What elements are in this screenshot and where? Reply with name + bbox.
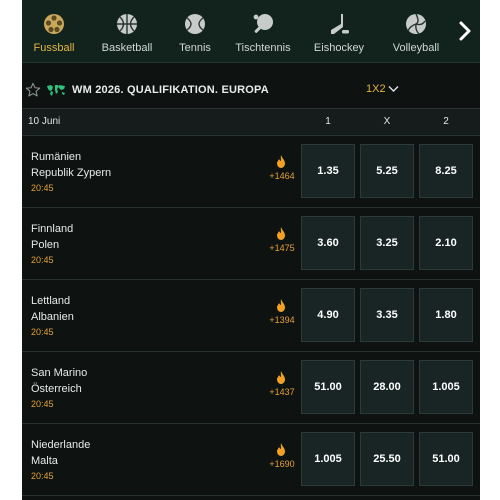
volleyball-icon	[406, 13, 426, 35]
football-icon	[44, 14, 64, 34]
odds-button-1[interactable]: 1.005	[301, 432, 355, 486]
column-header-x: X	[383, 116, 391, 127]
sport-label: Fussball	[33, 42, 75, 54]
market-selector[interactable]: 1X2	[366, 83, 386, 95]
market-count[interactable]: +1394	[268, 315, 296, 325]
away-team: Republik Zypern	[31, 167, 112, 179]
market-count[interactable]: +1464	[268, 171, 296, 181]
match-date: 10 Juni	[28, 116, 61, 127]
odds-button-2[interactable]: 1.80	[419, 288, 473, 342]
match-time: 20:45	[31, 327, 54, 337]
home-team: San Marino	[31, 367, 88, 379]
sport-tab-basketball[interactable]: Basketball	[92, 0, 162, 62]
world-map-icon	[47, 85, 65, 96]
sport-label: Eishockey	[313, 42, 365, 54]
odds-button-2[interactable]: 1.005	[419, 360, 473, 414]
odds-button-1[interactable]: 3.60	[301, 216, 355, 270]
table-tennis-icon	[253, 14, 273, 33]
ice-hockey-icon	[331, 14, 349, 34]
competition-title: WM 2026. QUALIFIKATION. EUROPA	[72, 84, 269, 96]
odds-button-x[interactable]: 3.35	[360, 288, 414, 342]
basketball-icon	[117, 14, 137, 34]
sport-label: Volleyball	[392, 42, 440, 54]
market-count[interactable]: +1437	[268, 387, 296, 397]
match-time: 20:45	[31, 471, 54, 481]
home-team: Rumänien	[31, 151, 82, 163]
chevron-down-icon[interactable]	[388, 85, 399, 93]
odds-button-1[interactable]: 51.00	[301, 360, 355, 414]
tennis-icon	[185, 14, 205, 34]
match-row: Niederlande Malta 20:45 +1690 1.005 25.5…	[22, 424, 480, 496]
away-team: Österreich	[31, 383, 82, 395]
fire-icon	[277, 155, 285, 168]
fire-icon	[277, 299, 285, 312]
date-header-row: 10 Juni 1 X 2	[22, 109, 480, 136]
sports-nav: Fussball Basketball Tennis Tischtennis E…	[22, 0, 480, 63]
fire-icon	[277, 227, 285, 240]
away-team: Malta	[31, 455, 58, 467]
market-count[interactable]: +1690	[268, 459, 296, 469]
odds-button-x[interactable]: 5.25	[360, 144, 414, 198]
match-row: San Marino Österreich 20:45 +1437 51.00 …	[22, 352, 480, 424]
odds-button-2[interactable]: 8.25	[419, 144, 473, 198]
sport-label: Tennis	[179, 42, 211, 54]
column-header-1: 1	[325, 116, 331, 127]
sport-tab-tischtennis[interactable]: Tischtennis	[228, 0, 298, 62]
fire-icon	[277, 443, 285, 456]
match-time: 20:45	[31, 183, 54, 193]
odds-button-1[interactable]: 1.35	[301, 144, 355, 198]
fire-icon	[277, 371, 285, 384]
home-team: Lettland	[31, 295, 71, 307]
odds-button-x[interactable]: 3.25	[360, 216, 414, 270]
home-team: Niederlande	[31, 439, 91, 451]
sport-tab-fussball[interactable]: Fussball	[22, 0, 86, 62]
odds-button-x[interactable]: 25.50	[360, 432, 414, 486]
market-count[interactable]: +1475	[268, 243, 296, 253]
sport-tab-eishockey[interactable]: Eishockey	[306, 0, 372, 62]
odds-button-x[interactable]: 28.00	[360, 360, 414, 414]
match-time: 20:45	[31, 399, 54, 409]
match-row: Rumänien Republik Zypern 20:45 +1464 1.3…	[22, 136, 480, 208]
sport-tab-tennis[interactable]: Tennis	[169, 0, 221, 62]
away-team: Polen	[31, 239, 60, 251]
sport-label: Basketball	[101, 42, 153, 54]
odds-button-2[interactable]: 51.00	[419, 432, 473, 486]
chevron-right-icon[interactable]	[456, 20, 474, 42]
home-team: Finnland	[31, 223, 74, 235]
odds-button-1[interactable]: 4.90	[301, 288, 355, 342]
match-row: Lettland Albanien 20:45 +1394 4.90 3.35 …	[22, 280, 480, 352]
sport-tab-volleyball[interactable]: Volleyball	[382, 0, 450, 62]
sport-label: Tischtennis	[235, 42, 291, 54]
star-icon[interactable]	[25, 82, 41, 98]
match-row: Finnland Polen 20:45 +1475 3.60 3.25 2.1…	[22, 208, 480, 280]
column-header-2: 2	[443, 116, 449, 127]
competition-header: WM 2026. QUALIFIKATION. EUROPA 1X2	[22, 74, 480, 109]
betting-app: Fussball Basketball Tennis Tischtennis E…	[22, 0, 480, 500]
away-team: Albanien	[31, 311, 74, 323]
match-time: 20:45	[31, 255, 54, 265]
odds-button-2[interactable]: 2.10	[419, 216, 473, 270]
